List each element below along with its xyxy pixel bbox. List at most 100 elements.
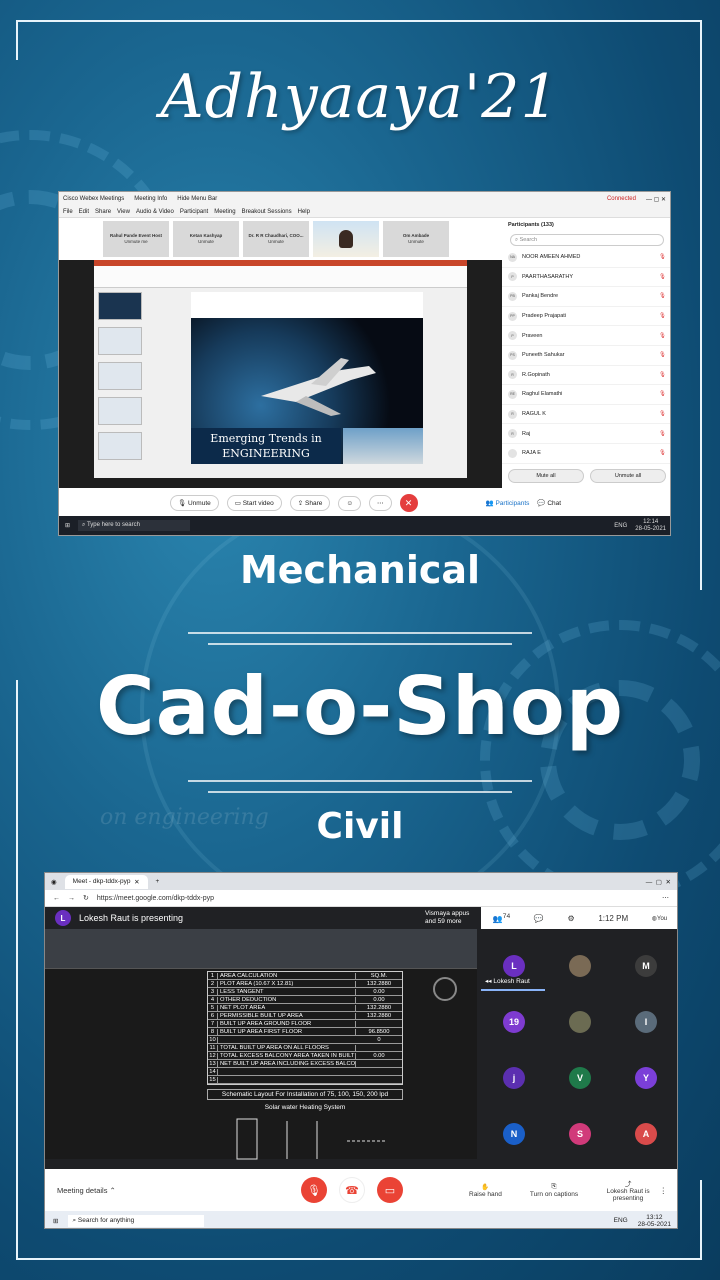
participant-row[interactable]: P PAARTHASARATHY 🎙 <box>502 268 670 288</box>
menu-help[interactable]: Help <box>298 209 310 215</box>
cad-table-row: 12 TOTAL EXCESS BALCONY AREA TAKEN IN BUI… <box>208 1052 402 1060</box>
participant-tile-avatar[interactable]: I <box>635 1011 657 1033</box>
hangup-button[interactable]: ☎ <box>339 1177 365 1203</box>
row-value: 132.2880 <box>366 1004 392 1011</box>
participant-row[interactable]: RE Raghul Elamathi 🎙 <box>502 385 670 405</box>
participant-row[interactable]: RAJA E 🎙 <box>502 444 670 464</box>
unmute-all-button[interactable]: Unmute all <box>590 468 666 483</box>
windows-start-icon[interactable]: ⊞ <box>65 522 70 529</box>
participant-row[interactable]: NA NOOR AMEEN AHMED 🎙 <box>502 248 670 268</box>
mic-muted-icon[interactable]: 🎙 <box>659 274 666 280</box>
hide-menu-link[interactable]: Hide Menu Bar <box>177 196 217 202</box>
reload-icon[interactable]: ↻ <box>83 894 89 902</box>
mic-muted-icon[interactable]: 🎙 <box>659 352 666 358</box>
participant-row[interactable]: P Praveen 🎙 <box>502 326 670 346</box>
mic-muted-icon[interactable]: 🎙 <box>659 254 666 260</box>
people-button[interactable]: 👥74 <box>493 913 510 924</box>
meeting-details-button[interactable]: Meeting details ⌃ <box>45 1186 295 1195</box>
video-tile[interactable]: Dr. R R Chaudhari, COO... Unmute <box>243 221 309 257</box>
participant-tile-avatar[interactable] <box>569 1011 591 1033</box>
participant-tile-avatar[interactable]: 19 <box>503 1011 525 1033</box>
share-button[interactable]: ⇪ Share <box>289 495 331 511</box>
participant-tile-avatar[interactable]: S <box>569 1123 591 1145</box>
reactions-button[interactable]: ☺ <box>338 495 362 511</box>
self-avatar[interactable]: ◍You <box>652 915 667 922</box>
mic-muted-icon[interactable]: 🎙 <box>659 372 666 378</box>
menu-share[interactable]: Share <box>95 209 111 215</box>
video-tile-speaker[interactable] <box>313 221 379 257</box>
participant-row[interactable]: R Raj 🎙 <box>502 424 670 444</box>
menu-breakout[interactable]: Breakout Sessions <box>242 209 292 215</box>
mic-muted-icon[interactable]: 🎙 <box>659 450 666 456</box>
participants-tab[interactable]: 👥 Participants <box>486 499 530 507</box>
participant-row[interactable]: PS Puneeth Sahukar 🎙 <box>502 346 670 366</box>
menu-view[interactable]: View <box>117 209 130 215</box>
menu-file[interactable]: File <box>63 209 73 215</box>
forward-icon[interactable]: → <box>68 895 75 902</box>
mic-muted-icon[interactable]: 🎙 <box>659 431 666 437</box>
presenting-button[interactable]: ⤴ Lokesh Raut is presenting <box>606 1178 650 1202</box>
participant-tile-avatar[interactable]: j <box>503 1067 525 1089</box>
webex-menu: File Edit Share View Audio & Video Parti… <box>59 206 670 218</box>
mic-muted-icon[interactable]: 🎙 <box>659 391 666 397</box>
participant-row[interactable]: R RAGUL K 🎙 <box>502 405 670 425</box>
browser-menu-icon[interactable]: ⋯ <box>662 894 669 902</box>
menu-audio-video[interactable]: Audio & Video <box>136 209 174 215</box>
windows-start-icon[interactable]: ⊞ <box>53 1217 58 1225</box>
more-options-icon[interactable]: ⋮ <box>660 1186 668 1195</box>
participant-tile-avatar[interactable]: A <box>635 1123 657 1145</box>
slide-thumbnail[interactable] <box>98 432 142 460</box>
participant-tile-avatar[interactable] <box>569 955 591 977</box>
participant-tile-avatar[interactable]: Y <box>635 1067 657 1089</box>
taskbar-search[interactable]: ⌕ Type here to search <box>78 520 190 531</box>
participant-row[interactable]: R R.Gopinath 🎙 <box>502 366 670 386</box>
captions-button[interactable]: ⎘ Turn on captions <box>530 1183 578 1198</box>
slide-thumbnail[interactable] <box>98 327 142 355</box>
mic-muted-icon[interactable]: 🎙 <box>659 411 666 417</box>
participant-row[interactable]: PP Pradeep Prajapati 🎙 <box>502 307 670 327</box>
menu-edit[interactable]: Edit <box>79 209 89 215</box>
mute-all-button[interactable]: Mute all <box>508 468 584 483</box>
activities-icon[interactable]: ⚙ <box>567 914 574 923</box>
slide-thumbnail[interactable] <box>98 397 142 425</box>
window-controls[interactable]: — ▢ ✕ <box>646 878 671 886</box>
slide-thumbnail[interactable] <box>98 362 142 390</box>
chat-tab[interactable]: 💬 Chat <box>537 499 561 507</box>
mic-muted-icon[interactable]: 🎙 <box>659 313 666 319</box>
window-controls[interactable]: — ▢ ✕ <box>646 196 666 203</box>
taskbar-time: 12:14 <box>643 518 659 525</box>
address-bar[interactable]: https://meet.google.com/dkp-tddx-pyp <box>97 895 654 902</box>
browser-tab[interactable]: Meet - dkp-tddx-pyp ✕ <box>64 874 148 889</box>
meeting-info-link[interactable]: Meeting Info <box>134 196 167 202</box>
mic-muted-icon[interactable]: 🎙 <box>659 293 666 299</box>
taskbar-search[interactable]: ⌕ Search for anything <box>68 1214 205 1227</box>
slide-thumbnail[interactable] <box>98 292 142 320</box>
chat-icon[interactable]: 💬 <box>534 914 544 923</box>
menu-meeting[interactable]: Meeting <box>214 209 235 215</box>
start-video-button[interactable]: ▭ Start video <box>226 495 282 511</box>
unmute-button[interactable]: 🎙 Unmute <box>169 495 219 511</box>
participant-search[interactable]: ⌕ Search <box>510 234 664 246</box>
other-participants: Vismaya appus and 59 more <box>425 910 470 925</box>
participant-tile-avatar[interactable]: M <box>635 955 657 977</box>
viewcube[interactable] <box>433 977 457 1001</box>
menu-participant[interactable]: Participant <box>180 209 208 215</box>
video-tile[interactable]: Om Ambade Unmute <box>383 221 449 257</box>
video-tile[interactable]: Rahul Pande Event Host Unmute me <box>103 221 169 257</box>
participant-row[interactable]: PB Pankaj Bendre 🎙 <box>502 287 670 307</box>
mic-off-button[interactable]: 🎙 <box>301 1177 327 1203</box>
participant-tile-avatar[interactable]: L <box>503 955 525 977</box>
participant-tile-avatar[interactable]: N <box>503 1123 525 1145</box>
more-button[interactable]: ⋯ <box>369 495 392 511</box>
mic-muted-icon[interactable]: 🎙 <box>659 333 666 339</box>
raise-hand-button[interactable]: ✋ Raise hand <box>469 1183 502 1198</box>
video-tile[interactable]: Ketan Kashyap Unmute <box>173 221 239 257</box>
presenting-text: Lokesh Raut is presenting <box>79 913 184 923</box>
leave-meeting-button[interactable]: ✕ <box>399 494 418 512</box>
participant-tile-avatar[interactable]: V <box>569 1067 591 1089</box>
browser-tabs: ◉ Meet - dkp-tddx-pyp ✕ + — ▢ ✕ <box>45 873 677 890</box>
new-tab-button[interactable]: + <box>156 878 160 885</box>
camera-off-button[interactable]: ▭ <box>377 1177 403 1203</box>
participant-name: R.Gopinath <box>522 371 550 378</box>
back-icon[interactable]: ← <box>53 895 60 902</box>
